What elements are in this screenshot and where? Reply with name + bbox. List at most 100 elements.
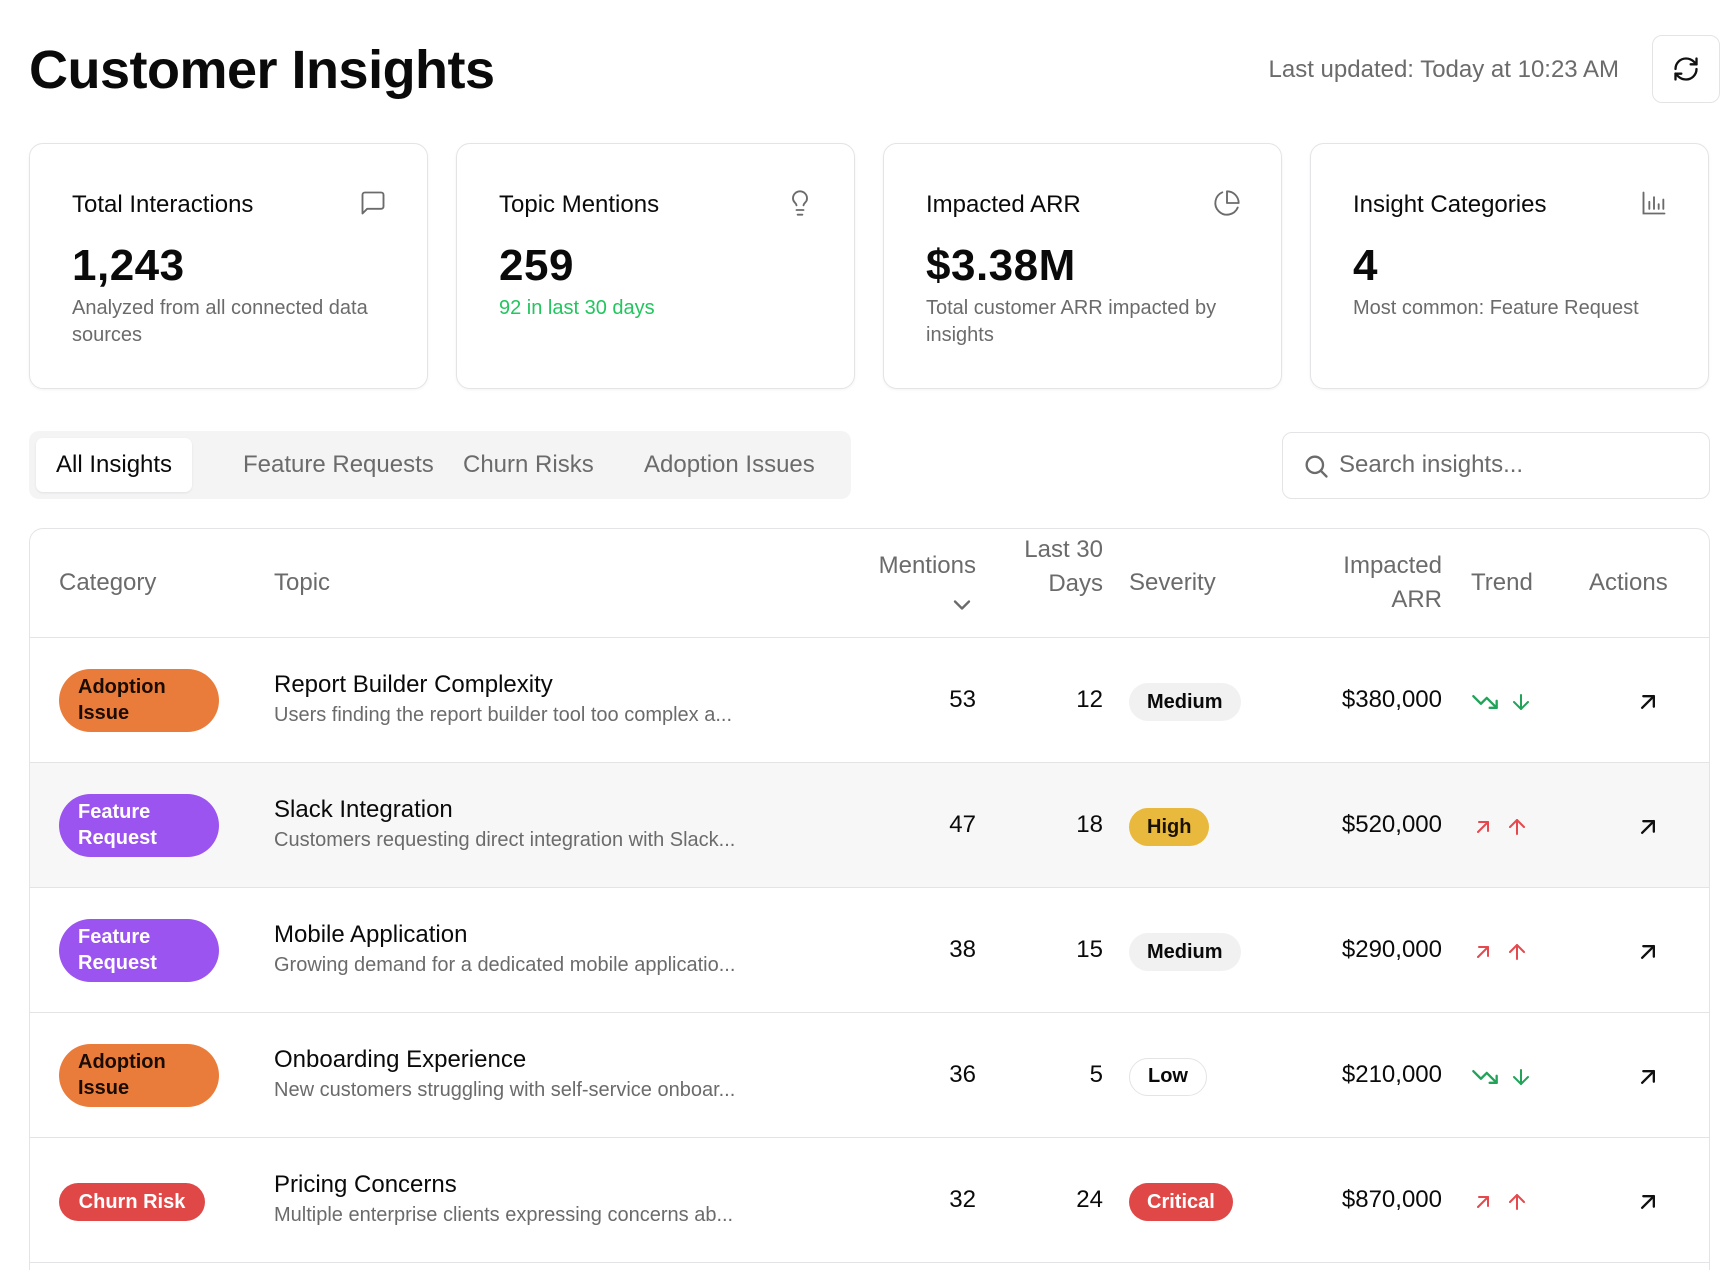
trending-down-icon: [1472, 695, 1498, 709]
last-30-days-value: 12: [1076, 686, 1103, 713]
last-30-days-value: 15: [1076, 936, 1103, 963]
stat-card-impacted-arr: Impacted ARR $3.38M Total customer ARR i…: [883, 143, 1282, 389]
header-category[interactable]: Category: [59, 566, 156, 600]
card-value: $3.38M: [926, 241, 1076, 290]
card-value: 4: [1353, 241, 1378, 290]
search-box: [1282, 432, 1710, 499]
customer-insights-page: Customer Insights Last updated: Today at…: [0, 0, 1720, 1270]
insights-table: Category Topic Mentions Last 30 Days Sev…: [29, 528, 1710, 1270]
trend-indicator: [1471, 688, 1533, 716]
trending-up-icon: [1477, 1196, 1489, 1208]
trending-down-icon: [1472, 1070, 1498, 1084]
stat-card-insight-categories: Insight Categories 4 Most common: Featur…: [1310, 143, 1709, 389]
table-row[interactable]: Adoption Issue Onboarding Experience New…: [30, 1013, 1709, 1138]
last-30-days-value: 24: [1076, 1186, 1103, 1213]
topic-description: Users finding the report builder tool to…: [274, 704, 733, 726]
mentions-value: 32: [949, 1186, 976, 1213]
arrow-up-right-icon[interactable]: [1634, 938, 1662, 966]
trend-indicator: [1471, 1063, 1533, 1091]
mentions-value: 36: [949, 1061, 976, 1088]
refresh-icon: [1674, 57, 1698, 81]
arrow-up-icon: [1509, 944, 1525, 960]
last-updated-text: Last updated: Today at 10:23 AM: [1268, 56, 1619, 83]
card-value: 259: [499, 241, 574, 290]
table-row[interactable]: Adoption Issue Report Builder Complexity…: [30, 638, 1709, 763]
severity-badge: High: [1129, 808, 1210, 846]
card-subtitle: Analyzed from all connected data sources: [72, 297, 368, 346]
arrow-up-right-icon[interactable]: [1634, 1188, 1662, 1216]
arrow-down-icon: [1513, 694, 1529, 710]
card-title: Total Interactions: [72, 191, 254, 218]
severity-badge: Medium: [1129, 683, 1241, 721]
chevron-down-icon: [953, 600, 971, 610]
impacted-arr-value: $290,000: [1341, 936, 1442, 963]
trending-up-icon: [1477, 821, 1489, 833]
severity-badge: Medium: [1129, 933, 1241, 971]
topic-title: Pricing Concerns: [274, 1171, 457, 1198]
last-30-days-value: 5: [1089, 1061, 1103, 1088]
topic-description: Multiple enterprise clients expressing c…: [274, 1204, 734, 1226]
topic-title: Onboarding Experience: [274, 1046, 527, 1073]
card-subtitle: Most common: Feature Request: [1353, 297, 1639, 319]
tab-all-insights[interactable]: All Insights: [36, 438, 193, 492]
table-row[interactable]: Feature Request Slack Integration Custom…: [30, 763, 1709, 888]
table-row[interactable]: Feature Request Mobile Application Growi…: [30, 888, 1709, 1013]
category-badge: Feature Request: [59, 919, 219, 982]
pie-chart-icon: [1214, 190, 1240, 216]
insight-tabs: All Insights Feature Requests Churn Risk…: [29, 431, 851, 499]
page-header: Customer Insights Last updated: Today at…: [29, 35, 1720, 103]
message-square-icon: [361, 191, 385, 215]
table-header: Category Topic Mentions Last 30 Days Sev…: [30, 529, 1709, 638]
card-title: Insight Categories: [1353, 191, 1547, 218]
stat-card-total-interactions: Total Interactions 1,243 Analyzed from a…: [29, 143, 428, 389]
topic-title: Slack Integration: [274, 796, 453, 823]
stat-card-topic-mentions: Topic Mentions 259 92 in last 30 days: [456, 143, 855, 389]
card-value: 1,243: [72, 241, 185, 290]
card-subtitle: 92 in last 30 days: [499, 297, 655, 319]
bar-chart-icon: [1642, 191, 1666, 215]
trend-indicator: [1471, 1188, 1529, 1216]
tab-adoption-issues[interactable]: Adoption Issues: [624, 438, 835, 492]
arrow-up-icon: [1509, 1194, 1525, 1210]
arrow-up-right-icon[interactable]: [1634, 1063, 1662, 1091]
arrow-up-right-icon[interactable]: [1634, 688, 1662, 716]
arrow-down-icon: [1513, 1069, 1529, 1085]
impacted-arr-value: $870,000: [1341, 1186, 1442, 1213]
arrow-up-icon: [1509, 819, 1525, 835]
last-30-days-value: 18: [1076, 811, 1103, 838]
category-badge: Adoption Issue: [59, 669, 219, 732]
card-title: Topic Mentions: [499, 191, 660, 218]
stat-cards: Total Interactions 1,243 Analyzed from a…: [29, 143, 1720, 389]
card-title: Impacted ARR: [926, 191, 1081, 218]
impacted-arr-value: $210,000: [1341, 1061, 1442, 1088]
header-actions: Actions: [1589, 569, 1668, 596]
trend-indicator: [1471, 938, 1529, 966]
header-last-30-days[interactable]: Last 30 Days: [1020, 533, 1103, 601]
category-badge: Feature Request: [59, 794, 219, 857]
topic-description: New customers struggling with self-servi…: [274, 1079, 736, 1101]
category-badge: Adoption Issue: [59, 1044, 219, 1107]
severity-badge: Low: [1129, 1058, 1207, 1096]
header-severity[interactable]: Severity: [1129, 566, 1216, 600]
arrow-up-right-icon[interactable]: [1634, 813, 1662, 841]
page-title: Customer Insights: [29, 40, 495, 100]
impacted-arr-value: $520,000: [1341, 811, 1442, 838]
trending-up-icon: [1477, 946, 1489, 958]
tab-feature-requests[interactable]: Feature Requests: [223, 438, 454, 492]
header-impacted-arr[interactable]: Impacted ARR: [1312, 549, 1442, 617]
mentions-value: 38: [949, 936, 976, 963]
card-subtitle: Total customer ARR impacted by insights: [926, 297, 1217, 346]
header-trend: Trend: [1471, 569, 1533, 596]
impacted-arr-value: $380,000: [1341, 686, 1442, 713]
tab-churn-risks[interactable]: Churn Risks: [443, 438, 614, 492]
search-input[interactable]: [1339, 433, 1689, 497]
mentions-value: 53: [949, 686, 976, 713]
header-mentions-label: Mentions: [878, 552, 976, 579]
topic-title: Report Builder Complexity: [274, 671, 553, 698]
header-mentions[interactable]: Mentions: [840, 549, 976, 610]
table-row[interactable]: Churn Risk Pricing Concerns Multiple ent…: [30, 1138, 1709, 1263]
topic-description: Growing demand for a dedicated mobile ap…: [274, 954, 736, 976]
header-topic[interactable]: Topic: [274, 566, 330, 600]
refresh-button[interactable]: [1652, 35, 1720, 103]
topic-description: Customers requesting direct integration …: [274, 829, 736, 851]
